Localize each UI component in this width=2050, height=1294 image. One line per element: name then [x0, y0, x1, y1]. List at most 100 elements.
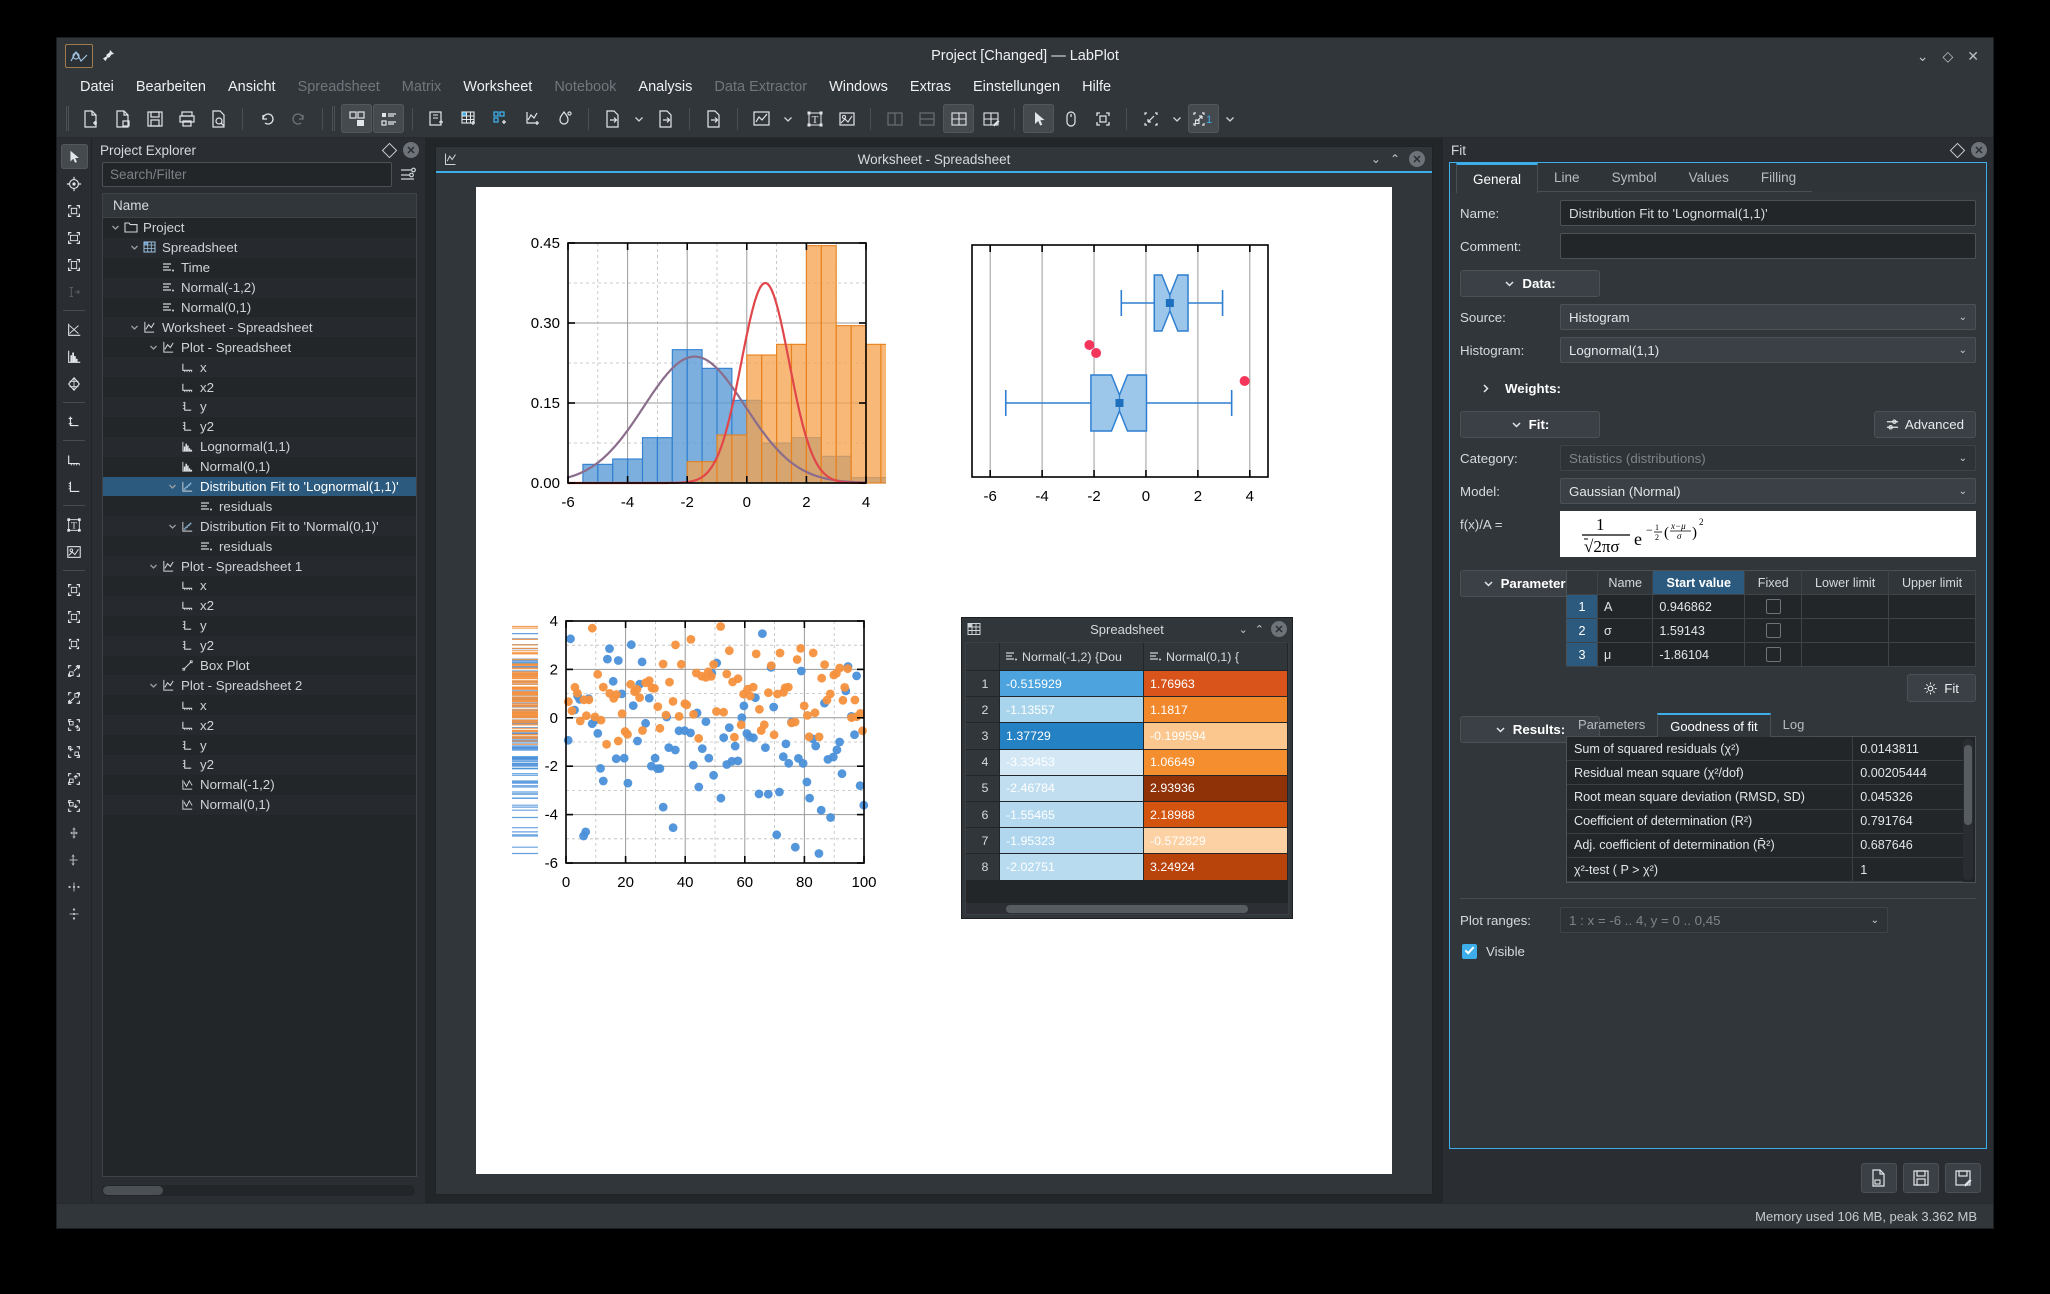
param-name[interactable]: A — [1597, 594, 1654, 619]
new-matrix-icon[interactable] — [485, 104, 516, 133]
fit-button[interactable]: Fit — [1907, 674, 1976, 702]
zoom-out-icon[interactable] — [61, 631, 88, 656]
expander-icon[interactable] — [147, 681, 160, 690]
expander-icon[interactable] — [128, 323, 141, 332]
add-plot-dropdown-icon[interactable] — [778, 104, 798, 133]
spreadsheet-row[interactable]: 1 -0.515929 1.76963 — [966, 670, 1288, 698]
float-icon[interactable] — [381, 142, 398, 158]
plot-spreadsheet-histogram[interactable]: -6 -4 -2 0 2 4 0.00 0.15 0.30 0.45 — [516, 225, 886, 535]
param-lower-limit[interactable] — [1801, 642, 1890, 667]
select-region-icon[interactable] — [61, 198, 88, 223]
magnification-dropdown-icon[interactable] — [1220, 104, 1240, 133]
advanced-button[interactable]: Advanced — [1873, 411, 1976, 438]
tree-item-residuals[interactable]: residuals — [103, 496, 416, 516]
menu-item-analysis[interactable]: Analysis — [627, 76, 703, 98]
spreadsheet-cell[interactable]: -1.95323 — [999, 827, 1144, 855]
comment-field[interactable] — [1560, 233, 1976, 259]
select-y-region-icon[interactable] — [61, 252, 88, 277]
expander-icon[interactable] — [166, 522, 179, 531]
spreadsheet-cell[interactable]: 3.24924 — [1143, 853, 1288, 881]
plot-spreadsheet-2-scatter[interactable]: 0 20 40 60 80 100 -6 -4 -2 0 2 4 — [506, 607, 886, 927]
magnification-icon[interactable]: 1 — [1188, 104, 1219, 133]
expander-icon[interactable] — [147, 343, 160, 352]
param-fixed-checkbox[interactable] — [1765, 599, 1781, 614]
cursor-select-icon[interactable] — [60, 144, 88, 169]
load-from-file-icon[interactable] — [1861, 1163, 1897, 1193]
spreadsheet-cell[interactable]: 1.76963 — [1143, 670, 1288, 698]
tree-item-normal-0-1[interactable]: Normal(0,1) — [103, 794, 416, 815]
tree-item-plot-spreadsheet-2[interactable]: Plot - Spreadsheet 2 — [103, 675, 416, 696]
spreadsheet-cell[interactable]: -1.13557 — [999, 696, 1144, 724]
tree-item-x2[interactable]: x2 — [103, 595, 416, 616]
expander-icon[interactable] — [128, 243, 141, 252]
tree-item-normal-1-2[interactable]: Normal(-1,2) — [103, 775, 416, 795]
row-header[interactable]: 5 — [966, 775, 1000, 802]
menu-item-ansicht[interactable]: Ansicht — [217, 76, 287, 98]
import-file-icon[interactable] — [597, 104, 628, 133]
add-text-label-icon[interactable]: T — [799, 104, 830, 133]
add-bar-plot-icon[interactable] — [61, 409, 88, 434]
tree-item-y[interactable]: y — [103, 397, 416, 417]
spreadsheet-row[interactable]: 6 -1.55465 2.18988 — [966, 801, 1288, 829]
spreadsheet-cell[interactable]: 1.1817 — [1143, 696, 1288, 724]
spreadsheet-cell[interactable]: -0.572829 — [1143, 827, 1288, 855]
worksheet-paper[interactable]: -6 -4 -2 0 2 4 0.00 0.15 0.30 0.45 -6 -4 -2 0 2 4 0 20 4… — [476, 187, 1392, 1174]
close-icon[interactable]: ✕ — [403, 142, 419, 158]
maximize-button[interactable]: ◇ — [1942, 49, 1953, 63]
spreadsheet-maximize-button[interactable]: ⌃ — [1255, 623, 1264, 636]
menu-item-windows[interactable]: Windows — [818, 76, 899, 98]
distribute-v-icon[interactable] — [61, 901, 88, 926]
spreadsheet-table[interactable]: Normal(-1,2) {Dou Normal(0,1) { 1 -0.51592… — [966, 643, 1288, 881]
row-header[interactable]: 1 — [966, 670, 1000, 698]
row-header[interactable]: 6 — [966, 801, 1000, 829]
model-combo[interactable]: Gaussian (Normal) ⌄ — [1560, 478, 1976, 504]
param-header-upper-limit[interactable]: Upper limit — [1888, 570, 1976, 595]
histogram-combo[interactable]: Lognormal(1,1) ⌄ — [1560, 337, 1976, 363]
zoom-fit-dropdown-icon[interactable] — [1167, 104, 1187, 133]
zoom-in-icon[interactable] — [61, 604, 88, 629]
param-start-value[interactable]: 1.59143 — [1652, 618, 1746, 643]
minimize-button[interactable]: ⌄ — [1917, 49, 1929, 63]
menu-item-worksheet[interactable]: Worksheet — [452, 76, 543, 98]
spreadsheet-cell[interactable]: 2.18988 — [1143, 801, 1288, 829]
row-header[interactable]: 2 — [966, 696, 1000, 724]
name-field[interactable]: Distribution Fit to 'Lognormal(1,1)' — [1560, 200, 1976, 226]
row-header[interactable]: 8 — [966, 853, 1000, 881]
spreadsheet-row[interactable]: 8 -2.02751 3.24924 — [966, 853, 1288, 881]
add-axis-horizontal-icon[interactable] — [61, 447, 88, 472]
add-xy-curve-icon[interactable] — [61, 317, 88, 342]
save-icon[interactable] — [1903, 1163, 1939, 1193]
tree-item-y[interactable]: y — [103, 616, 416, 636]
toolbar-grip-2[interactable] — [331, 106, 336, 131]
print-icon[interactable] — [171, 104, 202, 133]
row-header[interactable]: 4 — [966, 749, 1000, 776]
open-project-icon[interactable] — [107, 104, 138, 133]
param-lower-limit[interactable] — [1801, 618, 1890, 643]
tree-item-normal-0-1[interactable]: Normal(0,1) — [103, 457, 416, 477]
spreadsheet-column-header[interactable]: Normal(-1,2) {Dou — [999, 643, 1144, 671]
spreadsheet-cell[interactable]: 1.37729 — [999, 722, 1144, 750]
subwindow-minimize-button[interactable]: ⌄ — [1371, 152, 1381, 166]
new-spreadsheet-icon[interactable] — [453, 104, 484, 133]
new-worksheet-icon[interactable] — [517, 104, 548, 133]
tree-item-x[interactable]: x — [103, 357, 416, 378]
expander-icon[interactable] — [109, 223, 122, 232]
tree-item-plot-spreadsheet-1[interactable]: Plot - Spreadsheet 1 — [103, 556, 416, 577]
param-upper-limit[interactable] — [1888, 594, 1976, 619]
add-histogram-icon[interactable] — [61, 344, 88, 369]
export-icon[interactable] — [650, 104, 681, 133]
menu-item-extras[interactable]: Extras — [899, 76, 962, 98]
param-name[interactable]: σ — [1597, 618, 1654, 643]
tree-item-plot-spreadsheet[interactable]: Plot - Spreadsheet — [103, 337, 416, 357]
spreadsheet-cell[interactable]: -3.33453 — [999, 749, 1144, 776]
zoom-fit-icon[interactable] — [61, 577, 88, 602]
add-text-label-icon[interactable]: T — [61, 512, 88, 537]
new-notebook-icon[interactable] — [549, 104, 580, 133]
properties-explorer-toggle-icon[interactable] — [373, 104, 404, 133]
import-dropdown-icon[interactable] — [629, 104, 649, 133]
param-fixed-cell[interactable] — [1744, 642, 1803, 667]
tree-item-project[interactable]: Project — [103, 218, 416, 238]
menu-item-datei[interactable]: Datei — [69, 76, 125, 98]
param-fixed-cell[interactable] — [1744, 594, 1803, 619]
subwindow-maximize-button[interactable]: ⌃ — [1390, 152, 1400, 166]
